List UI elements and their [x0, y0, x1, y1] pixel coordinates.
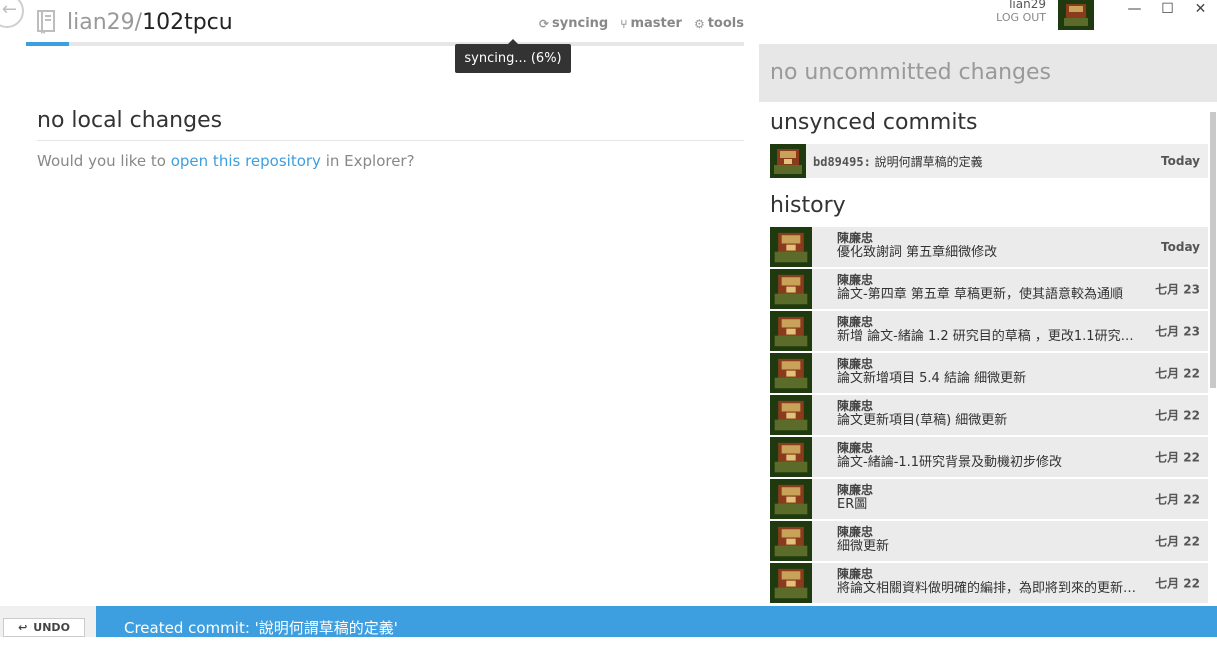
commit-author: 陳廉忠 [837, 441, 874, 455]
avatar [770, 437, 812, 477]
repo-book-icon [37, 10, 55, 34]
repo-owner[interactable]: lian29 [67, 10, 135, 35]
commits-pane: no uncommitted changes unsynced commits … [759, 44, 1217, 606]
commit-sha: bd89495: [813, 154, 871, 169]
back-arrow-icon[interactable]: ← [0, 0, 24, 28]
window-controls: — ☐ ✕ [1118, 0, 1217, 20]
status-message: Created commit: '說明何謂草稿的定義' [124, 619, 398, 637]
local-changes-title: no local changes [37, 108, 744, 141]
commit-date: 七月 22 [1155, 366, 1200, 381]
account-username: lian29 [1009, 0, 1046, 11]
commit-author: 陳廉忠 [837, 357, 874, 371]
sync-tooltip: syncing... (6%) [455, 39, 571, 73]
avatar[interactable] [1058, 0, 1094, 30]
tools-button[interactable]: ⚙ tools [694, 16, 744, 31]
sync-button[interactable]: ⟳ syncing [539, 16, 608, 31]
repo-name: 102tpcu [142, 9, 233, 35]
gear-icon: ⚙ [693, 16, 705, 31]
commit-date: 七月 23 [1155, 324, 1200, 339]
history-commit-row[interactable]: 陳廉忠 將論文相關資料做明確的編排，為即將到來的更新… 七月 22 [770, 563, 1208, 603]
avatar [770, 521, 812, 561]
history-commit-row[interactable]: 陳廉忠 ER圖 七月 22 [770, 479, 1208, 519]
commit-date: 七月 22 [1155, 576, 1200, 591]
history-commit-row[interactable]: 陳廉忠 論文-緒論-1.1研究背景及動機初步修改 七月 22 [770, 437, 1208, 477]
prompt-suffix: in Explorer? [320, 152, 415, 170]
unsynced-commit-row[interactable]: bd89495: 說明何謂草稿的定義 Today [770, 144, 1208, 178]
logout-link[interactable]: LOG OUT [996, 11, 1046, 25]
undo-label: UNDO [33, 621, 70, 634]
repo-separator: / [134, 9, 143, 35]
commit-author: 陳廉忠 [837, 273, 874, 287]
commit-message: 論文-緒論-1.1研究背景及動機初步修改 [837, 455, 1063, 470]
commit-author: 陳廉忠 [837, 315, 874, 329]
tools-label: tools [707, 16, 744, 31]
history-commit-row[interactable]: 陳廉忠 論文新增項目 5.4 結論 細微更新 七月 22 [770, 353, 1208, 393]
commit-date: Today [1161, 240, 1200, 254]
commit-message: 新增 論文-緒論 1.2 研究目的草稿 ，更改1.1研究… [837, 329, 1134, 344]
avatar [770, 269, 812, 309]
commit-author: 陳廉忠 [837, 399, 874, 413]
prompt-prefix: Would you like to [37, 152, 171, 170]
avatar [770, 144, 806, 178]
undo-button[interactable]: ↩ UNDO [3, 618, 85, 637]
history-commit-row[interactable]: 陳廉忠 優化致謝詞 第五章細微修改 Today [770, 227, 1208, 267]
unsynced-commits-list: bd89495: 說明何謂草稿的定義 Today [759, 144, 1217, 178]
sync-progress-bar [26, 42, 744, 46]
commit-message: ER圖 [837, 497, 868, 512]
commit-text: 說明何謂草稿的定義 [870, 154, 983, 169]
history-scrollbar[interactable] [1210, 112, 1216, 388]
minimize-button[interactable]: — [1118, 0, 1151, 20]
history-commit-row[interactable]: 陳廉忠 論文更新項目(草稿) 細微更新 七月 22 [770, 395, 1208, 435]
commit-author: 陳廉忠 [837, 231, 874, 245]
local-changes-prompt: Would you like to open this repository i… [37, 152, 415, 170]
branch-label: master [630, 16, 682, 31]
undo-area: ↩ UNDO [0, 606, 96, 637]
status-bar: ↩ UNDO Created commit: '說明何謂草稿的定義' [0, 606, 1217, 637]
commit-author: 陳廉忠 [837, 567, 874, 581]
branch-button[interactable]: ⑂ master [620, 16, 682, 31]
commit-author: 陳廉忠 [837, 525, 874, 539]
commit-message: 論文-第四章 第五章 草稿更新，使其語意較為通順 [837, 287, 1123, 302]
history-commit-row[interactable]: 陳廉忠 新增 論文-緒論 1.2 研究目的草稿 ，更改1.1研究… 七月 23 [770, 311, 1208, 351]
avatar [770, 227, 812, 267]
avatar [770, 311, 812, 351]
avatar [770, 353, 812, 393]
maximize-button[interactable]: ☐ [1151, 0, 1184, 20]
commit-message: bd89495: 說明何謂草稿的定義 [813, 153, 983, 170]
commit-message: 細微更新 [837, 539, 890, 554]
avatar [770, 479, 812, 519]
commit-message: 將論文相關資料做明確的編排，為即將到來的更新… [837, 581, 1137, 596]
uncommitted-changes-panel: no uncommitted changes [759, 44, 1217, 102]
commit-message: 論文更新項目(草稿) 細微更新 [837, 413, 1008, 428]
unsynced-commits-title: unsynced commits [770, 110, 978, 135]
commit-author: 陳廉忠 [837, 483, 874, 497]
commit-date: 七月 22 [1155, 534, 1200, 549]
commit-date: 七月 22 [1155, 408, 1200, 423]
history-list: 陳廉忠 優化致謝詞 第五章細微修改 Today 陳廉忠 論文-第四章 第五章 草稿更新，… [770, 227, 1208, 603]
branch-icon: ⑂ [620, 16, 628, 31]
sync-icon: ⟳ [538, 16, 550, 31]
commit-date: 七月 22 [1155, 450, 1200, 465]
avatar [770, 563, 812, 603]
avatar [770, 395, 812, 435]
commit-message: 優化致謝詞 第五章細微修改 [837, 245, 998, 260]
commit-message: 論文新增項目 5.4 結論 細微更新 [837, 371, 1027, 386]
undo-arrow-icon: ↩ [18, 621, 28, 634]
sync-label: syncing [552, 16, 609, 31]
commit-date: 七月 23 [1155, 282, 1200, 297]
commit-date: 七月 22 [1155, 492, 1200, 507]
repo-header: lian29 / 102tpcu [37, 6, 233, 38]
close-button[interactable]: ✕ [1184, 0, 1217, 20]
sync-progress-fill [26, 42, 70, 46]
history-commit-row[interactable]: 陳廉忠 論文-第四章 第五章 草稿更新，使其語意較為通順 七月 23 [770, 269, 1208, 309]
commit-date: Today [1161, 154, 1200, 168]
open-repository-link[interactable]: open this repository [171, 152, 321, 170]
account-panel: lian29 LOG OUT [996, 0, 1046, 25]
history-title: history [770, 193, 846, 218]
history-commit-row[interactable]: 陳廉忠 細微更新 七月 22 [770, 521, 1208, 561]
repo-toolbar: ⟳ syncing ⑂ master ⚙ tools [539, 16, 744, 31]
